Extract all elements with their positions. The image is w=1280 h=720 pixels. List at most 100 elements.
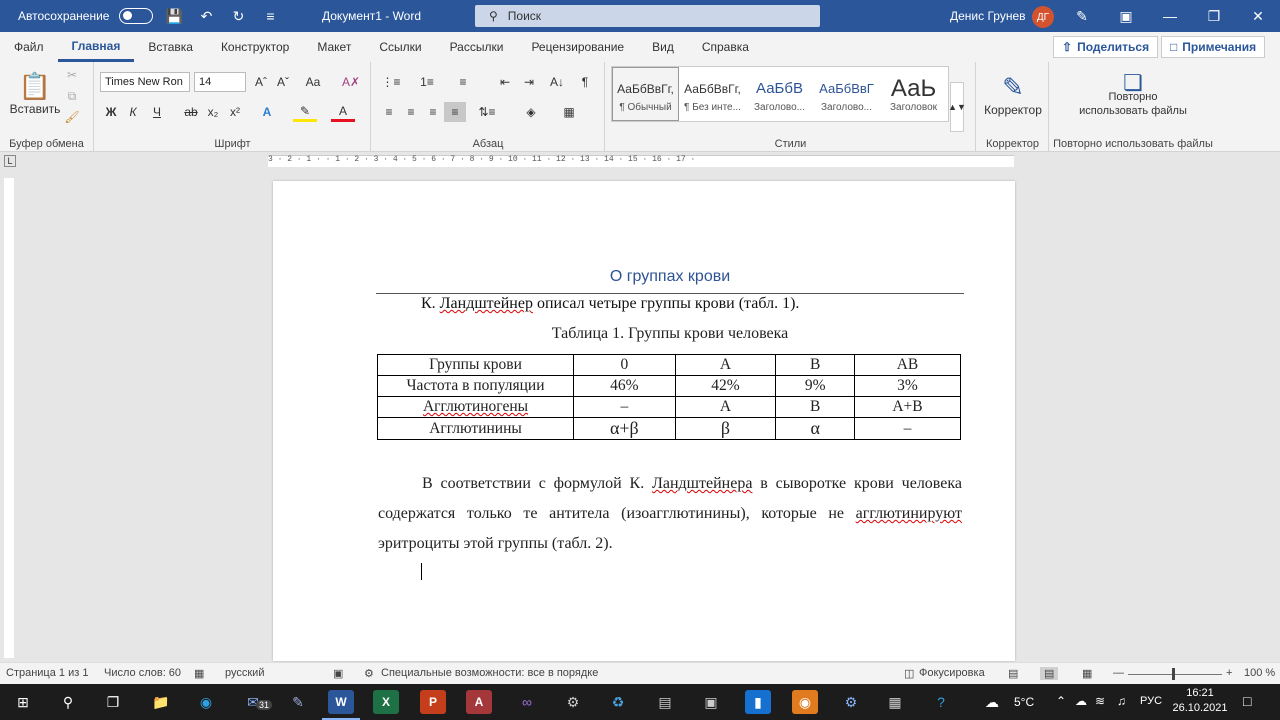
style-normal[interactable]: АаБбВвГг, ¶ Обычный [612, 67, 679, 121]
font-color-icon[interactable]: A [331, 102, 355, 122]
styles-scroll[interactable]: ▲▼ [948, 82, 966, 132]
avatar[interactable]: ДГ [1032, 6, 1054, 28]
word-icon[interactable]: W [328, 690, 354, 714]
notifications-icon[interactable]: □ [1243, 693, 1251, 709]
change-case-icon[interactable]: Aa [300, 72, 326, 92]
bold-icon[interactable]: Ж [101, 102, 121, 122]
minimize-icon[interactable]: — [1148, 0, 1192, 32]
font-family-select[interactable]: Times New Ron [100, 72, 190, 92]
strikethrough-icon[interactable]: ab [181, 102, 201, 122]
font-size-select[interactable]: 14 [194, 72, 246, 92]
autosave-toggle[interactable] [119, 8, 154, 24]
edge-icon[interactable]: ◉ [193, 690, 219, 714]
ribbon-display-icon[interactable]: ▣ [1104, 0, 1148, 32]
document-page[interactable]: О группах крови К. Ландштейнер описал че… [273, 181, 1015, 661]
style-heading-2[interactable]: АаБбВвГ Заголово... [813, 67, 880, 121]
zoom-slider[interactable] [1128, 674, 1222, 675]
proofing-icon[interactable]: ▦ [194, 667, 204, 680]
grow-font-icon[interactable]: Aˆ [251, 72, 271, 92]
file-explorer-icon[interactable]: 📁 [148, 690, 174, 714]
app-icon[interactable]: ▤ [652, 690, 678, 714]
page-count[interactable]: Страница 1 из 1 [6, 667, 88, 679]
app-icon[interactable]: ♻ [605, 690, 631, 714]
zoom-slider-thumb[interactable] [1172, 668, 1175, 680]
cut-icon[interactable]: ✂ [62, 66, 82, 84]
tab-insert[interactable]: Вставка [134, 32, 207, 62]
clock[interactable]: 16:21 26.10.2021 [1165, 686, 1235, 716]
notes-app-icon[interactable]: ✎ [285, 690, 311, 714]
increase-indent-icon[interactable]: ⇥ [518, 72, 540, 92]
tray-chevron-icon[interactable]: ⌃ [1056, 694, 1066, 708]
align-right-icon[interactable]: ≡ [422, 102, 444, 122]
shading-icon[interactable]: ◈ [518, 102, 544, 122]
read-mode-icon[interactable]: ▤ [1008, 667, 1018, 680]
show-marks-icon[interactable]: ¶ [574, 72, 596, 92]
share-button[interactable]: ⇧ Поделиться [1053, 36, 1159, 58]
tab-file[interactable]: Файл [0, 32, 58, 62]
underline-icon[interactable]: Ч [145, 102, 169, 122]
editor-button[interactable]: ✎ Корректор [981, 66, 1045, 122]
subscript-icon[interactable]: x₂ [203, 102, 223, 122]
access-icon[interactable]: A [466, 690, 492, 714]
style-no-spacing[interactable]: АаБбВвГг, ¶ Без инте... [679, 67, 746, 121]
search-icon[interactable]: ⚲ [55, 690, 81, 714]
user-name[interactable]: Денис Грунев [950, 9, 1026, 23]
print-layout-icon[interactable]: ▤ [1040, 667, 1059, 680]
search-input[interactable]: ⚲ Поиск [475, 5, 820, 27]
copy-icon[interactable]: ⧉ [62, 87, 82, 105]
tab-mailings[interactable]: Рассылки [436, 32, 518, 62]
restore-icon[interactable]: ❐ [1192, 0, 1236, 32]
app-icon[interactable]: ▣ [698, 690, 724, 714]
justify-icon[interactable]: ≡ [444, 102, 466, 122]
undo-icon[interactable]: ↶ [195, 5, 217, 27]
tab-selector[interactable]: L [4, 155, 16, 167]
macro-icon[interactable]: ▣ [333, 667, 343, 680]
align-left-icon[interactable]: ≡ [378, 102, 400, 122]
tab-view[interactable]: Вид [638, 32, 688, 62]
tab-review[interactable]: Рецензирование [517, 32, 638, 62]
paste-button[interactable]: 📋 Вставить [10, 68, 61, 118]
network-icon[interactable]: ☁ [1075, 694, 1087, 708]
text-effects-icon[interactable]: A [255, 102, 279, 122]
accessibility-status[interactable]: Специальные возможности: все в порядке [381, 667, 598, 679]
save-icon[interactable]: 💾 [163, 5, 185, 27]
italic-icon[interactable]: К [123, 102, 143, 122]
help-icon[interactable]: ? [928, 690, 954, 714]
tab-help[interactable]: Справка [688, 32, 763, 62]
reuse-files-button[interactable]: ❏ Повторно использовать файлы [1064, 66, 1202, 128]
decrease-indent-icon[interactable]: ⇤ [494, 72, 516, 92]
tab-design[interactable]: Конструктор [207, 32, 303, 62]
line-spacing-icon[interactable]: ⇅≡ [474, 102, 500, 122]
borders-icon[interactable]: ▦ [556, 102, 582, 122]
app-icon[interactable]: ⚙ [560, 690, 586, 714]
tab-home[interactable]: Главная [57, 32, 135, 62]
close-icon[interactable]: ✕ [1236, 0, 1280, 32]
task-view-icon[interactable]: ❐ [100, 690, 126, 714]
style-title[interactable]: АаЬ Заголовок [880, 67, 947, 121]
customize-qat-icon[interactable]: ≡ [259, 5, 281, 27]
redo-icon[interactable]: ↻ [227, 5, 249, 27]
focus-mode[interactable]: Фокусировка [919, 667, 985, 679]
excel-icon[interactable]: X [373, 690, 399, 714]
app-icon[interactable]: ▮ [745, 690, 771, 714]
format-painter-icon[interactable]: 🖌 [62, 108, 82, 126]
shrink-font-icon[interactable]: Aˇ [273, 72, 293, 92]
tab-layout[interactable]: Макет [303, 32, 365, 62]
input-language[interactable]: РУС [1140, 695, 1162, 707]
visual-studio-icon[interactable]: ∞ [514, 690, 540, 714]
start-icon[interactable]: ⊞ [10, 690, 36, 714]
multilevel-list-icon[interactable]: ≡ [452, 72, 474, 92]
weather-icon[interactable]: ☁ [985, 694, 999, 711]
zoom-out-icon[interactable]: — [1113, 667, 1124, 679]
pen-icon[interactable]: ✎ [1060, 0, 1104, 32]
superscript-icon[interactable]: x² [225, 102, 245, 122]
style-heading-1[interactable]: АаБбВ Заголово... [746, 67, 813, 121]
wifi-icon[interactable]: ≋ [1095, 694, 1105, 708]
web-layout-icon[interactable]: ▦ [1082, 667, 1092, 680]
clear-formatting-icon[interactable]: A✗ [341, 72, 361, 92]
calculator-icon[interactable]: ▦ [882, 690, 908, 714]
comments-button[interactable]: □ Примечания [1161, 36, 1266, 58]
align-center-icon[interactable]: ≡ [400, 102, 422, 122]
volume-icon[interactable]: ♫ [1117, 694, 1126, 708]
language[interactable]: русский [225, 667, 264, 679]
